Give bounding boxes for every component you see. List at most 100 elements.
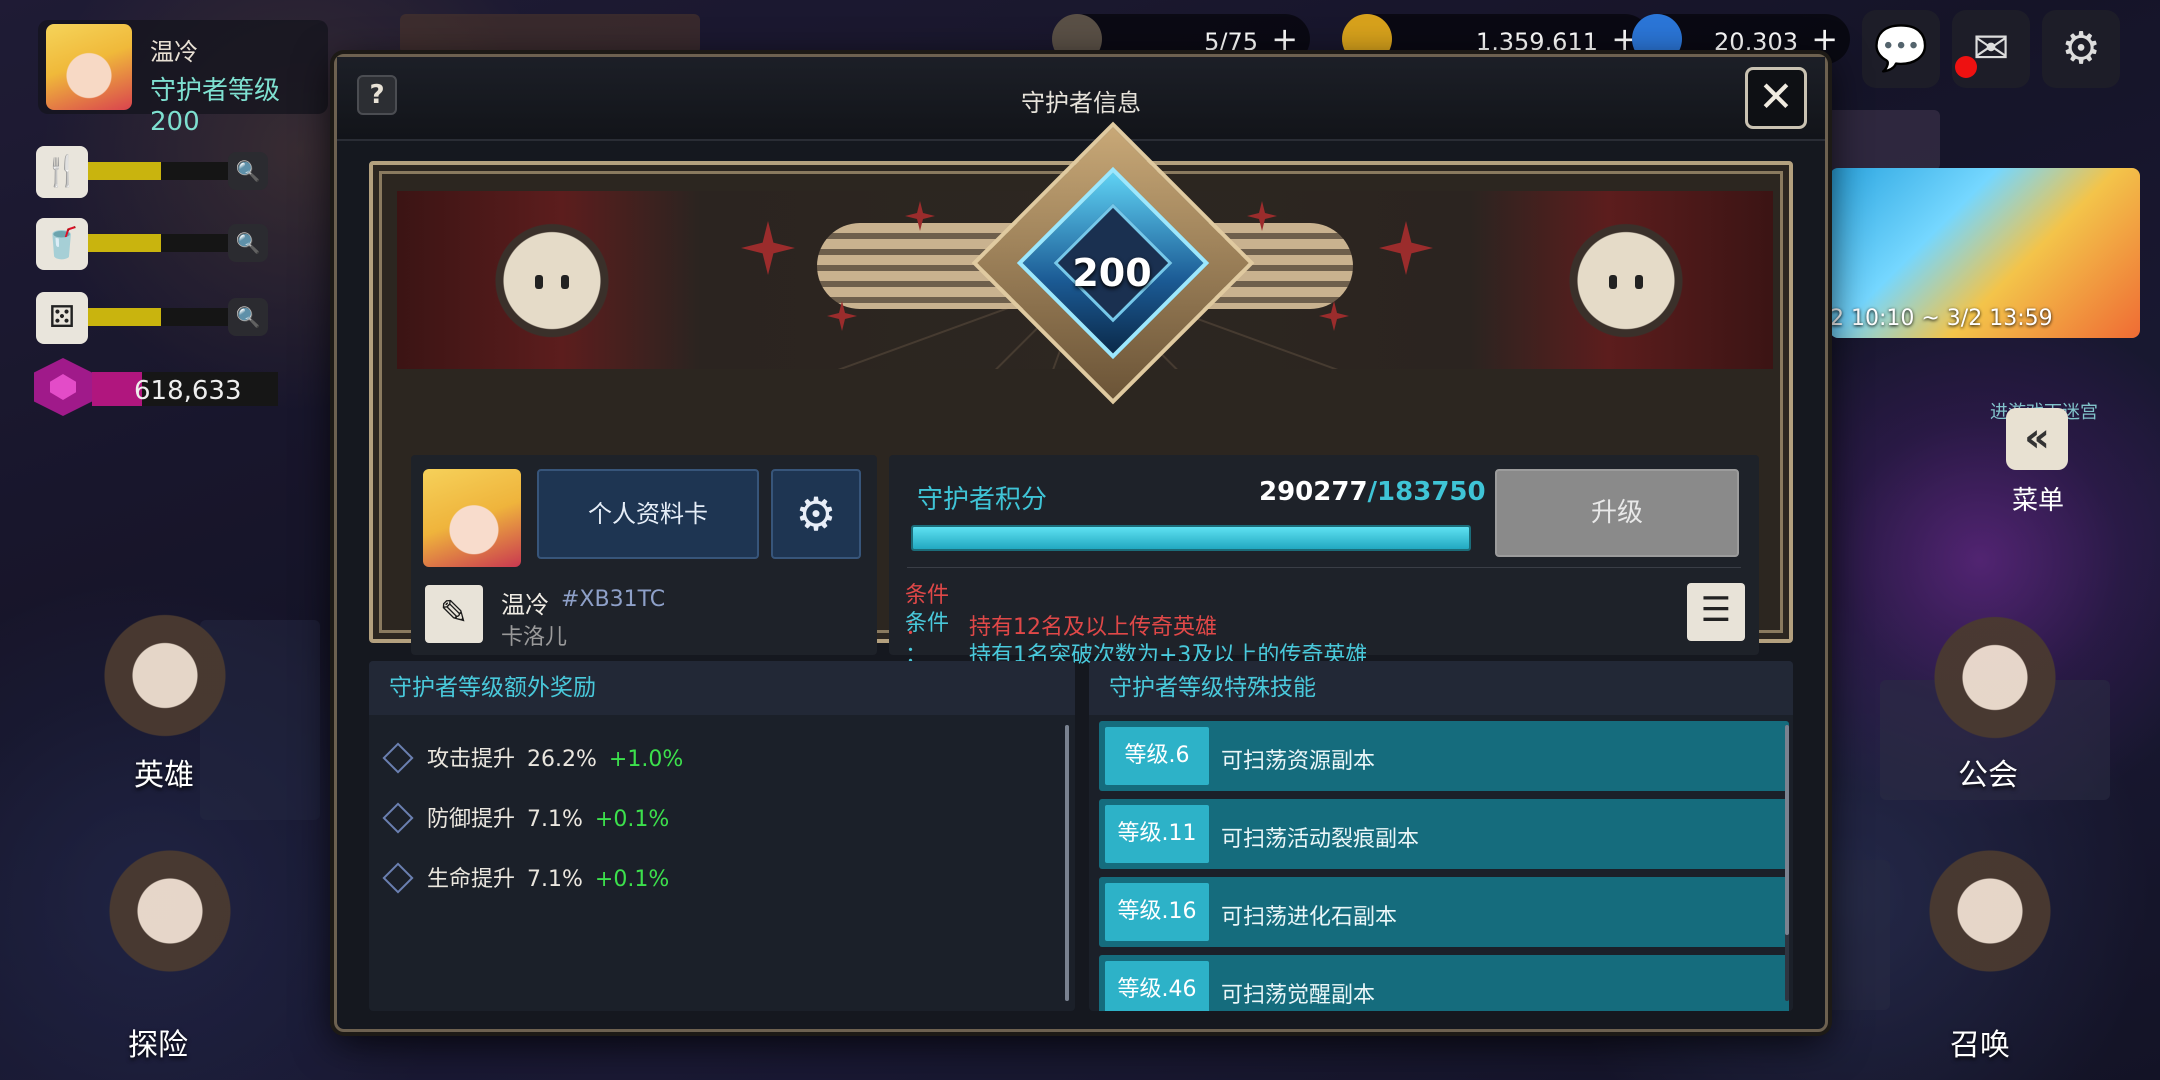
scrollbar[interactable] <box>1785 725 1789 1001</box>
player-chip[interactable]: 温冷 守护者等级200 <box>38 20 328 137</box>
gear-icon[interactable]: ⚙ <box>771 469 861 559</box>
bonus-name: 生命提升 <box>427 867 516 892</box>
resource-value: 20,303 <box>1714 28 1798 56</box>
menu-label: 菜单 <box>2012 486 2065 516</box>
fork-knife-icon: 🍴 <box>36 146 88 198</box>
close-button[interactable]: ✕ <box>1745 67 1807 129</box>
skill-panel: 守护者等级特殊技能 等级.6 可扫荡资源副本 等级.11 可扫荡活动裂痕副本 等… <box>1089 661 1793 1011</box>
score-value: 290277/183750 <box>1259 477 1486 507</box>
diamond-bullet-icon <box>382 802 414 834</box>
bonus-value: 7.1% <box>527 867 583 892</box>
skill-level: 等级.11 <box>1105 805 1209 863</box>
search-icon[interactable]: 🔍 <box>228 152 268 190</box>
explore-icon[interactable] <box>80 830 260 1010</box>
guild-icon[interactable] <box>1920 610 2070 760</box>
profile-subtitle: 卡洛儿 <box>501 625 568 650</box>
skill-row[interactable]: 等级.16 可扫荡进化石副本 <box>1099 877 1789 947</box>
score-progress-fill <box>913 527 1469 549</box>
hero-avatar[interactable] <box>423 469 521 567</box>
player-rank: 守护者等级200 <box>150 76 281 137</box>
skill-description: 可扫荡进化石副本 <box>1221 905 1398 930</box>
drink-cup-icon: 🥤 <box>36 218 88 270</box>
hero-icon[interactable] <box>90 608 240 758</box>
search-icon[interactable]: 🔍 <box>228 224 268 262</box>
star-icon <box>741 221 795 275</box>
skill-row[interactable]: 等级.46 可扫荡觉醒副本 <box>1099 955 1789 1011</box>
dialog-header: ? 守护者信息 ✕ <box>337 57 1825 141</box>
plus-icon[interactable]: + <box>1271 20 1298 58</box>
bonus-increment: +0.1% <box>594 807 670 832</box>
search-icon[interactable]: 🔍 <box>228 298 268 336</box>
scrollbar-thumb[interactable] <box>1785 725 1789 935</box>
profile-card-button[interactable]: 个人资料卡 <box>537 469 759 559</box>
bonus-item: 防御提升 7.1% +0.1% <box>382 801 670 841</box>
explore-label: 探险 <box>128 1028 188 1063</box>
score-progress-bar <box>911 525 1471 551</box>
bonus-panel: 守护者等级额外奖励 攻击提升 26.2% +1.0% 防御提升 7.1% +0.1% 生… <box>369 661 1075 1011</box>
event-time: 2 10:10 ~ 3/2 13:59 <box>1830 306 2053 331</box>
guild-label: 公会 <box>1958 758 2018 793</box>
bonus-item: 生命提升 7.1% +0.1% <box>382 861 670 901</box>
skill-description: 可扫荡活动裂痕副本 <box>1221 827 1420 852</box>
guardian-level: 200 <box>1072 251 1152 295</box>
score-label: 守护者积分 <box>917 485 1048 515</box>
diamond-bullet-icon <box>382 742 414 774</box>
scrollbar-thumb[interactable] <box>1065 725 1069 1001</box>
condition-line-2: 条件 ：持有1名突破次数为+3及以上的传奇英雄 <box>905 605 1367 669</box>
chat-icon[interactable]: 💬 <box>1862 10 1940 88</box>
player-avatar[interactable] <box>46 24 132 110</box>
guardian-mascot-icon <box>1541 199 1711 369</box>
mascot-eye <box>561 275 569 289</box>
skill-description: 可扫荡资源副本 <box>1221 749 1376 774</box>
notification-badge <box>1955 56 1977 78</box>
profile-info-box: 个人资料卡 ⚙ ✎ 温冷 #XB31TC 卡洛儿 <box>411 455 877 655</box>
skill-row[interactable]: 等级.11 可扫荡活动裂痕副本 <box>1099 799 1789 869</box>
mascot-eye <box>1609 275 1617 289</box>
stat-bar <box>88 308 234 326</box>
stat-bar <box>88 234 234 252</box>
profile-frame: 200 个人资料卡 ⚙ ✎ 温冷 #XB31TC 卡洛儿 守护者积分 29027… <box>369 121 1793 668</box>
resource-value: 5/75 <box>1204 28 1258 56</box>
dialog-title: 守护者信息 <box>1021 89 1141 117</box>
bonus-increment: +1.0% <box>608 747 684 772</box>
gem-counter[interactable]: 618,633 <box>34 358 278 416</box>
bonus-name: 防御提升 <box>427 807 516 832</box>
bonus-increment: +0.1% <box>594 867 670 892</box>
plus-icon[interactable]: + <box>1811 20 1838 58</box>
bonus-name: 攻击提升 <box>427 747 516 772</box>
score-max: /183750 <box>1367 477 1486 507</box>
mascot-eye <box>535 275 543 289</box>
bonus-value: 7.1% <box>527 807 583 832</box>
stat-bar-fill <box>88 234 161 252</box>
bonus-value: 26.2% <box>527 747 597 772</box>
score-current: 290277 <box>1259 477 1368 507</box>
upgrade-button[interactable]: 升级 <box>1495 469 1739 557</box>
star-icon <box>1379 221 1433 275</box>
skill-row[interactable]: 等级.6 可扫荡资源副本 <box>1099 721 1789 791</box>
collapse-chevron-icon[interactable]: « <box>2006 408 2068 470</box>
condition-label: 条件 ： <box>905 611 950 668</box>
stat-row-dice: ⚄ 🔍 <box>36 292 268 344</box>
hero-label: 英雄 <box>134 758 194 793</box>
guardian-mascot-icon <box>467 199 637 369</box>
diamond-bullet-icon <box>382 862 414 894</box>
stat-row-food: 🍴 🔍 <box>36 146 268 198</box>
guardian-score-box: 守护者积分 290277/183750 升级 条件 ：持有12名及以上传奇英雄 … <box>889 455 1759 668</box>
skill-level: 等级.6 <box>1105 727 1209 785</box>
summon-label: 召唤 <box>1950 1028 2010 1063</box>
guardian-info-dialog: ? 守护者信息 ✕ 200 个人资料卡 ⚙ ✎ 温冷 #XB31TC 卡洛儿 守… <box>334 54 1828 1032</box>
edit-pencil-icon[interactable]: ✎ <box>425 585 483 643</box>
profile-id: #XB31TC <box>561 587 666 612</box>
mascot-eye <box>1635 275 1643 289</box>
stat-bar-fill <box>88 162 161 180</box>
resource-value: 1,359,611 <box>1475 28 1598 56</box>
list-menu-icon[interactable]: ☰ <box>1687 583 1745 641</box>
stat-row-drink: 🥤 🔍 <box>36 218 268 270</box>
gem-value: 618,633 <box>134 376 242 406</box>
gear-icon[interactable]: ⚙ <box>2042 10 2120 88</box>
profile-name: 温冷 <box>501 591 549 619</box>
dice-icon: ⚄ <box>36 292 88 344</box>
scrollbar[interactable] <box>1065 725 1069 1001</box>
skill-description: 可扫荡觉醒副本 <box>1221 983 1376 1008</box>
summon-icon[interactable] <box>1900 830 2080 1010</box>
